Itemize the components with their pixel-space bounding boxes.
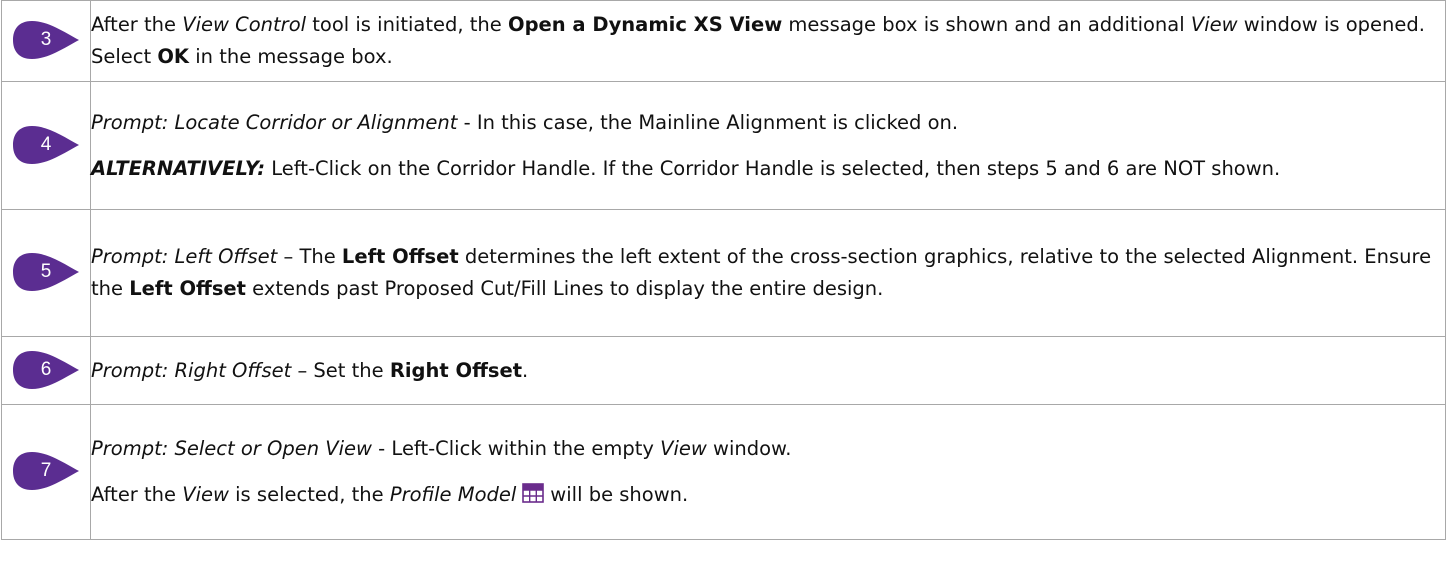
step-badge: 6 bbox=[12, 350, 108, 390]
step-number: 3 bbox=[40, 29, 52, 50]
step-paragraph: After the View Control tool is initiated… bbox=[91, 9, 1445, 73]
step-number: 5 bbox=[40, 261, 52, 282]
step-badge-cell: 5 bbox=[1, 209, 91, 337]
step-badge-cell: 3 bbox=[1, 0, 91, 82]
step-text-run: – Set the bbox=[291, 358, 390, 382]
step-paragraph: Prompt: Left Offset – The Left Offset de… bbox=[91, 241, 1445, 305]
step-text-run: Left Offset bbox=[129, 277, 246, 300]
step-text-run: OK bbox=[157, 45, 190, 68]
step-number: 6 bbox=[40, 358, 52, 380]
step-text-run: Prompt: Right Offset bbox=[91, 358, 292, 382]
step-badge-cell: 4 bbox=[1, 81, 91, 210]
step-text: Prompt: Select or Open View - Left-Click… bbox=[90, 404, 1446, 540]
step-paragraph: After the View is selected, the Profile … bbox=[91, 479, 1445, 511]
step-text: Prompt: Right Offset – Set the Right Off… bbox=[90, 336, 1446, 405]
step-text-run: . bbox=[522, 358, 529, 382]
step-row: 3 After the View Control tool is initiat… bbox=[1, 0, 1446, 82]
step-text-run: - In this case, the Mainline Alignment i… bbox=[457, 110, 959, 134]
step-row: 5 Prompt: Left Offset – The Left Offset … bbox=[1, 209, 1446, 337]
step-text-run: extends past Proposed Cut/Fill Lines to … bbox=[245, 277, 884, 300]
step-text-run: ALTERNATIVELY: bbox=[91, 156, 266, 180]
profile-model-grid-icon bbox=[522, 483, 545, 503]
steps-table: 3 After the View Control tool is initiat… bbox=[1, 0, 1446, 540]
step-paragraph: ALTERNATIVELY: Left-Click on the Corrido… bbox=[91, 153, 1445, 185]
step-text-run: Prompt: Left Offset bbox=[91, 245, 278, 268]
step-row: 7 Prompt: Select or Open View - Left-Cli… bbox=[1, 404, 1446, 540]
step-text-run: Open a Dynamic XS View bbox=[508, 13, 783, 36]
step-badge-cell: 6 bbox=[1, 336, 91, 405]
step-text-run: View bbox=[182, 483, 229, 506]
step-number: 7 bbox=[40, 460, 52, 481]
step-badge: 3 bbox=[12, 20, 108, 60]
step-text-run: Left-Click on the Corridor Handle. If th… bbox=[265, 156, 1281, 180]
step-paragraph: Prompt: Select or Open View - Left-Click… bbox=[91, 433, 1445, 465]
step-badge: 7 bbox=[12, 451, 108, 491]
step-text-run: in the message box. bbox=[189, 45, 393, 68]
step-paragraph: Prompt: Right Offset – Set the Right Off… bbox=[91, 355, 1445, 387]
step-text: After the View Control tool is initiated… bbox=[90, 0, 1446, 82]
step-text-run: View bbox=[1190, 13, 1238, 36]
step-row: 4 Prompt: Locate Corridor or Alignment -… bbox=[1, 81, 1446, 210]
step-badge: 5 bbox=[12, 252, 108, 292]
step-text-run: message box is shown and an additional bbox=[782, 13, 1191, 36]
step-paragraph: Prompt: Locate Corridor or Alignment - I… bbox=[91, 107, 1445, 139]
step-text-run: is selected, the bbox=[228, 483, 390, 506]
step-text-run: View bbox=[660, 437, 707, 460]
step-badge: 4 bbox=[12, 125, 108, 165]
step-text-run: Profile Model bbox=[389, 483, 517, 506]
step-text: Prompt: Left Offset – The Left Offset de… bbox=[90, 209, 1446, 337]
step-text-run: Left Offset bbox=[341, 245, 459, 268]
step-text-run: Right Offset bbox=[389, 358, 523, 382]
step-text-run: View Control bbox=[182, 13, 307, 36]
step-text-run: tool is initiated, the bbox=[306, 13, 508, 36]
step-text-run: Prompt: Locate Corridor or Alignment bbox=[91, 110, 458, 134]
step-number: 4 bbox=[40, 133, 52, 155]
step-text-run: window. bbox=[706, 437, 792, 460]
step-row: 6 Prompt: Right Offset – Set the Right O… bbox=[1, 336, 1446, 405]
step-text-run: Prompt: Select or Open View bbox=[91, 437, 372, 460]
step-text-run: will be shown. bbox=[550, 483, 689, 506]
step-text: Prompt: Locate Corridor or Alignment - I… bbox=[90, 81, 1446, 210]
step-text-run: - Left-Click within the empty bbox=[371, 437, 661, 460]
step-badge-cell: 7 bbox=[1, 404, 91, 540]
step-text-run: – The bbox=[277, 245, 342, 268]
